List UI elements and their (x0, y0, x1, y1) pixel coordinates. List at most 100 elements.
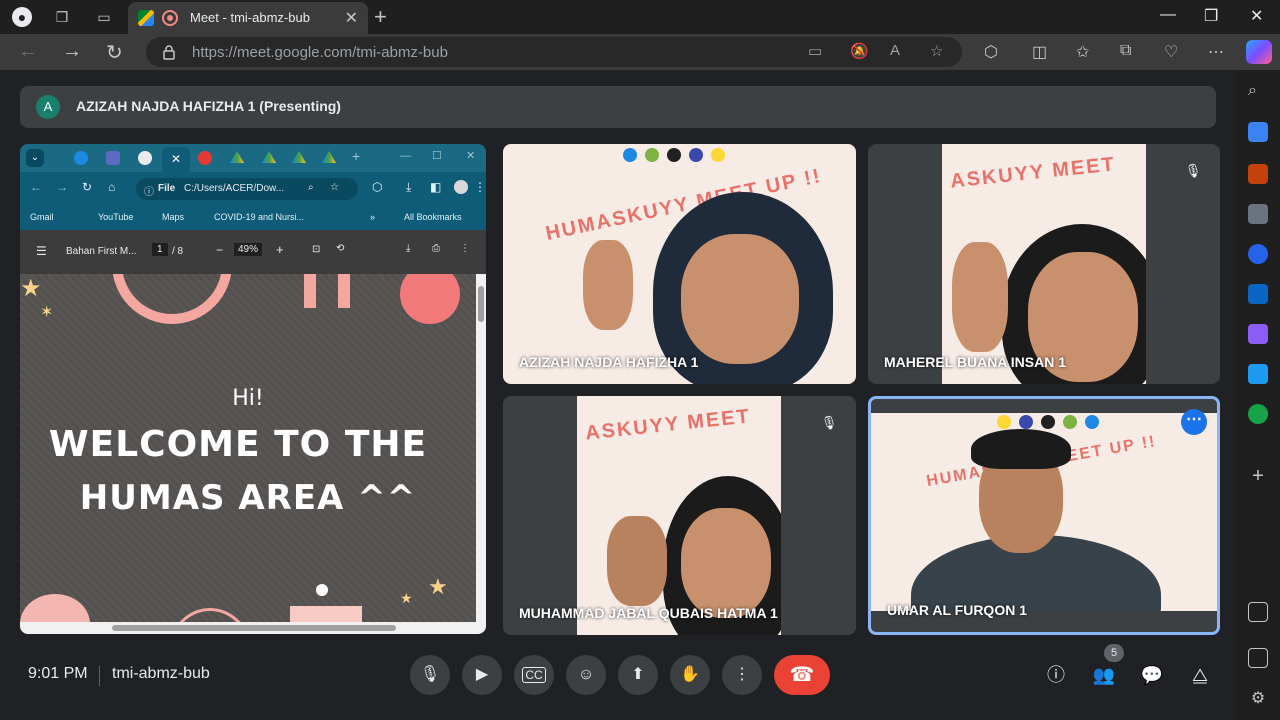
bookmarks-chevron-icon: » (370, 212, 376, 222)
tab-favicon-icon (74, 151, 88, 165)
screenshot-icon[interactable] (1248, 602, 1268, 622)
extensions-icon[interactable]: ⬡ (984, 42, 998, 62)
camera-button[interactable]: ▶ (462, 655, 502, 695)
designer-icon[interactable] (1248, 324, 1268, 344)
outlook-icon[interactable] (1248, 284, 1268, 304)
close-tab-icon[interactable]: ✕ (345, 8, 358, 28)
hide-sidebar-icon[interactable] (1248, 648, 1268, 668)
reactions-button[interactable]: ☺ (566, 655, 606, 695)
read-aloud-icon[interactable]: A (890, 42, 900, 59)
restore-icon[interactable]: ❐ (1204, 6, 1218, 26)
hand-icon: ✋ (680, 666, 700, 683)
favorite-star-icon[interactable]: ☆ (930, 42, 943, 60)
edge-sidebar: ⌕ + ⚙ (1236, 70, 1280, 720)
browser-essentials-icon[interactable]: ♡ (1164, 42, 1178, 62)
participant-tile[interactable]: ASKUYY MEET 🎙 MUHAMMAD JABAL QUBAIS HATM… (503, 396, 856, 635)
captions-button[interactable]: CC (514, 655, 554, 695)
send-icon[interactable] (1248, 364, 1268, 384)
minimize-icon[interactable]: — (1160, 6, 1176, 24)
more-menu-icon[interactable]: ⋯ (1208, 42, 1224, 62)
pdf-toolbar: ☰ Bahan First M... 1 / 8 − 49% + ⊡ ⟲ ⤓ ⎙… (20, 230, 486, 274)
forward-icon[interactable]: → (62, 40, 82, 63)
participant-face (681, 234, 799, 364)
pdf-page-current: 1 (152, 243, 168, 256)
window-close-icon[interactable]: ✕ (1250, 6, 1263, 26)
participant-face (681, 508, 771, 618)
workspaces-icon[interactable]: ❒ (52, 7, 72, 27)
bookmark-star-icon: ☆ (330, 182, 339, 193)
star-icon: ✶ (40, 304, 54, 321)
shared-forward-icon: → (56, 180, 68, 194)
collections-icon[interactable]: ⧉ (1120, 42, 1131, 60)
add-sidebar-app-icon[interactable]: + (1248, 466, 1268, 486)
search-icon[interactable]: ⌕ (1248, 82, 1268, 102)
back-icon[interactable]: ← (18, 40, 38, 63)
address-bar[interactable]: https://meet.google.com/tmi-abmz-bub ▭ 🔕… (146, 37, 962, 67)
participant-name: MUHAMMAD JABAL QUBAIS HATMA 1 (519, 605, 778, 621)
recording-icon (162, 10, 178, 26)
shared-reload-icon: ↻ (82, 180, 93, 194)
logo-row (997, 415, 1099, 429)
slide-decoration (112, 274, 232, 324)
leave-call-button[interactable]: ☎ (774, 655, 830, 695)
pdf-page-total: / 8 (172, 246, 184, 257)
muted-mic-icon: 🎙 (816, 410, 842, 436)
pdf-title: Bahan First M... (66, 246, 137, 257)
copilot-icon[interactable] (1246, 40, 1272, 64)
slide-greeting: Hi! (232, 386, 264, 411)
more-options-icon[interactable]: ⋯ (1181, 409, 1207, 435)
activities-icon: ⧋ (1191, 665, 1209, 685)
tab-meet[interactable]: Meet - tmi-abmz-bub ✕ (128, 2, 368, 34)
tree-icon[interactable] (1248, 404, 1268, 424)
participant-tile-active-speaker[interactable]: HUMASKUYY MEET UP !! ⋯ UMAR AL FURQON 1 (868, 396, 1220, 635)
bookmark-gmail: Gmail (30, 212, 54, 222)
lock-icon[interactable] (162, 44, 176, 60)
tools-icon[interactable] (1248, 164, 1268, 184)
active-tab-close-icon: ✕ (162, 147, 190, 172)
presenter-avatar: A (36, 95, 60, 119)
zoom-search-icon: ⌕ (308, 182, 314, 193)
shared-address-bar: ← → ↻ ⌂ ⓘ File C:/Users/ACER/Dow... ⌕ ☆ … (20, 172, 486, 230)
browser-tab-bar: ● ❒ ▭ Meet - tmi-abmz-bub ✕ + — ❐ ✕ (0, 0, 1280, 34)
shared-profile-icon (454, 180, 468, 194)
chat-button[interactable]: 💬 (1140, 663, 1164, 687)
tab-title: Meet - tmi-abmz-bub (190, 10, 310, 25)
participant-tile[interactable]: HUMASKUYY MEET UP !! AZIZAH NAJDA HAFIZH… (503, 144, 856, 384)
profile-icon[interactable]: ● (12, 7, 32, 27)
camera-icon[interactable]: ▭ (808, 42, 822, 60)
shared-screen[interactable]: ⌄ ✕ + — ☐ ✕ ← → ↻ ⌂ ⓘ File C:/Users/ACER… (20, 144, 486, 634)
presenting-banner: A AZIZAH NAJDA HAFIZHA 1 (Presenting) (20, 86, 1216, 128)
microphone-button[interactable]: 🎙 (410, 655, 450, 695)
shared-menu-icon: ⋮ (474, 180, 486, 194)
bookmark-maps: Maps (162, 212, 185, 222)
chat-icon: 💬 (1140, 665, 1164, 685)
tab-actions-icon[interactable]: ▭ (94, 7, 114, 27)
reload-icon[interactable]: ↻ (106, 40, 123, 65)
present-button[interactable]: ⬆ (618, 655, 658, 695)
star-icon: ★ (20, 275, 42, 302)
notifications-blocked-icon[interactable]: 🔕 (850, 42, 869, 60)
participant-tile[interactable]: ASKUYY MEET 🎙 MAHEREL BUANA INSAN 1 (868, 144, 1220, 384)
participant-video: ASKUYY MEET (577, 396, 781, 635)
presenting-text: AZIZAH NAJDA HAFIZHA 1 (Presenting) (76, 98, 341, 114)
shared-omnibox: ⓘ File C:/Users/ACER/Dow... ⌕ ☆ (136, 178, 358, 200)
activities-button[interactable]: ⧋ (1188, 663, 1212, 687)
meeting-details-button[interactable]: ⓘ (1044, 663, 1068, 687)
slide-decoration (316, 584, 328, 596)
divider (99, 666, 100, 686)
raise-hand-button[interactable]: ✋ (670, 655, 710, 695)
file-path: C:/Users/ACER/Dow... (184, 183, 285, 194)
settings-gear-icon[interactable]: ⚙ (1248, 688, 1268, 708)
address-bar-row: ← → ↻ https://meet.google.com/tmi-abmz-b… (0, 34, 1280, 70)
hang-up-icon: ☎ (789, 664, 815, 686)
games-icon[interactable] (1248, 204, 1268, 224)
shopping-icon[interactable] (1248, 122, 1268, 142)
split-screen-icon[interactable]: ◫ (1032, 42, 1047, 62)
pdf-fit-icon: ⊡ (312, 244, 321, 255)
more-options-button[interactable]: ⋮ (722, 655, 762, 695)
copilot-sidebar-icon[interactable] (1248, 244, 1268, 264)
people-button[interactable]: 👥 (1092, 663, 1116, 687)
new-tab-icon[interactable]: + (374, 4, 387, 30)
url-text[interactable]: https://meet.google.com/tmi-abmz-bub (192, 44, 448, 61)
favorites-icon[interactable]: ✩ (1076, 42, 1089, 62)
